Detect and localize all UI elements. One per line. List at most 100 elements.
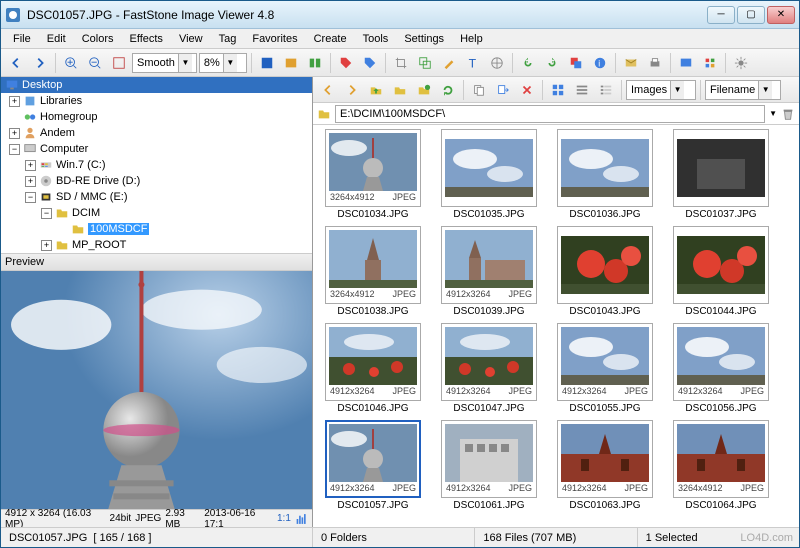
delete-button[interactable] xyxy=(516,79,538,101)
trash-icon[interactable] xyxy=(781,107,795,121)
thumb-format: JPEG xyxy=(624,483,648,493)
text-button[interactable]: T xyxy=(462,52,484,74)
move-button[interactable] xyxy=(492,79,514,101)
crop-button[interactable] xyxy=(390,52,412,74)
tree-mproot[interactable]: +MP_ROOT xyxy=(1,237,312,253)
thumbnail-item[interactable]: DSC01044.JPG xyxy=(671,226,771,317)
address-dropdown[interactable]: ▼ xyxy=(769,109,777,118)
rotate-right-button[interactable] xyxy=(541,52,563,74)
expand-icon[interactable]: + xyxy=(41,240,52,251)
info-button[interactable]: i xyxy=(589,52,611,74)
tagged-button[interactable] xyxy=(359,52,381,74)
collapse-icon[interactable]: − xyxy=(25,192,36,203)
browse-forward-button[interactable] xyxy=(341,79,363,101)
tree-100msdcf[interactable]: 100MSDCF xyxy=(1,221,312,237)
nav-back-button[interactable] xyxy=(5,52,27,74)
thumbnail-item[interactable]: 4912x3264JPEGDSC01056.JPG xyxy=(671,323,771,414)
minimize-button[interactable]: ─ xyxy=(707,6,735,24)
zoom-mode-combo[interactable]: Smooth▼ xyxy=(132,53,197,73)
sort-combo[interactable]: Filename▼ xyxy=(705,80,781,100)
print-button[interactable] xyxy=(644,52,666,74)
view-thumbs-button[interactable] xyxy=(547,79,569,101)
menu-help[interactable]: Help xyxy=(452,31,491,47)
tree-dcim[interactable]: −DCIM xyxy=(1,205,312,221)
wallpaper-button[interactable] xyxy=(675,52,697,74)
thumbnail-item[interactable]: DSC01035.JPG xyxy=(439,129,539,220)
menu-effects[interactable]: Effects xyxy=(122,31,171,47)
thumbnail-item[interactable]: 4912x3264JPEGDSC01039.JPG xyxy=(439,226,539,317)
folder-open-button[interactable] xyxy=(389,79,411,101)
menu-edit[interactable]: Edit xyxy=(39,31,74,47)
zoom-out-button[interactable] xyxy=(84,52,106,74)
thumbnail-item[interactable]: DSC01036.JPG xyxy=(555,129,655,220)
tree-homegroup[interactable]: Homegroup xyxy=(1,109,312,125)
settings-button[interactable] xyxy=(730,52,752,74)
refresh-button[interactable] xyxy=(437,79,459,101)
collapse-icon[interactable]: − xyxy=(9,144,20,155)
collapse-icon[interactable]: − xyxy=(41,208,52,219)
thumbnail-item[interactable]: 3264x4912JPEGDSC01038.JPG xyxy=(323,226,423,317)
expand-icon[interactable]: + xyxy=(25,176,36,187)
tag-button[interactable] xyxy=(335,52,357,74)
expand-icon[interactable]: + xyxy=(9,128,20,139)
menu-tools[interactable]: Tools xyxy=(355,31,397,47)
slideshow-button[interactable] xyxy=(280,52,302,74)
menu-favorites[interactable]: Favorites xyxy=(244,31,305,47)
adjust-button[interactable] xyxy=(486,52,508,74)
new-folder-button[interactable] xyxy=(413,79,435,101)
info-ratio[interactable]: 1:1 xyxy=(277,513,291,524)
rotate-left-button[interactable] xyxy=(517,52,539,74)
nav-forward-button[interactable] xyxy=(29,52,51,74)
expand-icon[interactable]: + xyxy=(25,160,36,171)
view-details-button[interactable] xyxy=(595,79,617,101)
email-button[interactable] xyxy=(620,52,642,74)
preview-pane[interactable] xyxy=(1,271,312,509)
maximize-button[interactable]: ▢ xyxy=(737,6,765,24)
tree-computer[interactable]: −Computer xyxy=(1,141,312,157)
zoom-in-button[interactable] xyxy=(60,52,82,74)
tree-user[interactable]: +Andem xyxy=(1,125,312,141)
thumbnail-item[interactable]: 4912x3264JPEGDSC01063.JPG xyxy=(555,420,655,511)
thumbnail-item[interactable]: DSC01043.JPG xyxy=(555,226,655,317)
fullscreen-button[interactable] xyxy=(256,52,278,74)
thumbnail-item[interactable]: 4912x3264JPEGDSC01061.JPG xyxy=(439,420,539,511)
close-button[interactable]: ✕ xyxy=(767,6,795,24)
batch-button[interactable] xyxy=(699,52,721,74)
compare-button[interactable] xyxy=(304,52,326,74)
copy-button[interactable] xyxy=(468,79,490,101)
histogram-icon[interactable] xyxy=(295,512,308,526)
menu-settings[interactable]: Settings xyxy=(396,31,452,47)
zoom-value-combo[interactable]: 8%▼ xyxy=(199,53,247,73)
tree-desktop[interactable]: Desktop xyxy=(1,77,312,93)
thumbnail-item[interactable]: 3264x4912JPEGDSC01064.JPG xyxy=(671,420,771,511)
thumbnail-frame: 4912x3264JPEG xyxy=(325,323,421,401)
tree-drive-d[interactable]: +BD-RE Drive (D:) xyxy=(1,173,312,189)
draw-button[interactable] xyxy=(438,52,460,74)
view-list-button[interactable] xyxy=(571,79,593,101)
folder-tree[interactable]: Desktop +Libraries Homegroup +Andem −Com… xyxy=(1,77,312,253)
clone-button[interactable] xyxy=(565,52,587,74)
menu-view[interactable]: View xyxy=(171,31,211,47)
tree-drive-e[interactable]: −SD / MMC (E:) xyxy=(1,189,312,205)
thumbnail-item[interactable]: 4912x3264JPEGDSC01046.JPG xyxy=(323,323,423,414)
thumbnail-item[interactable]: 3264x4912JPEGDSC01034.JPG xyxy=(323,129,423,220)
thumbnail-grid[interactable]: 3264x4912JPEGDSC01034.JPGDSC01035.JPGDSC… xyxy=(313,125,799,527)
address-input[interactable]: E:\DCIM\100MSDCF\ xyxy=(335,105,765,123)
menu-create[interactable]: Create xyxy=(306,31,355,47)
expand-icon[interactable]: + xyxy=(9,96,20,107)
menu-file[interactable]: File xyxy=(5,31,39,47)
thumbnail-item[interactable]: DSC01037.JPG xyxy=(671,129,771,220)
tree-libraries[interactable]: +Libraries xyxy=(1,93,312,109)
menu-colors[interactable]: Colors xyxy=(74,31,122,47)
folder-up-button[interactable] xyxy=(365,79,387,101)
zoom-fit-button[interactable] xyxy=(108,52,130,74)
thumbnail-item[interactable]: 4912x3264JPEGDSC01055.JPG xyxy=(555,323,655,414)
filter-combo[interactable]: Images▼ xyxy=(626,80,696,100)
thumbnail-item[interactable]: 4912x3264JPEGDSC01057.JPG xyxy=(323,420,423,511)
browse-back-button[interactable] xyxy=(317,79,339,101)
tree-drive-c[interactable]: +Win.7 (C:) xyxy=(1,157,312,173)
thumbnail-item[interactable]: 4912x3264JPEGDSC01047.JPG xyxy=(439,323,539,414)
left-panel: Desktop +Libraries Homegroup +Andem −Com… xyxy=(1,77,313,527)
resize-button[interactable] xyxy=(414,52,436,74)
menu-tag[interactable]: Tag xyxy=(211,31,245,47)
